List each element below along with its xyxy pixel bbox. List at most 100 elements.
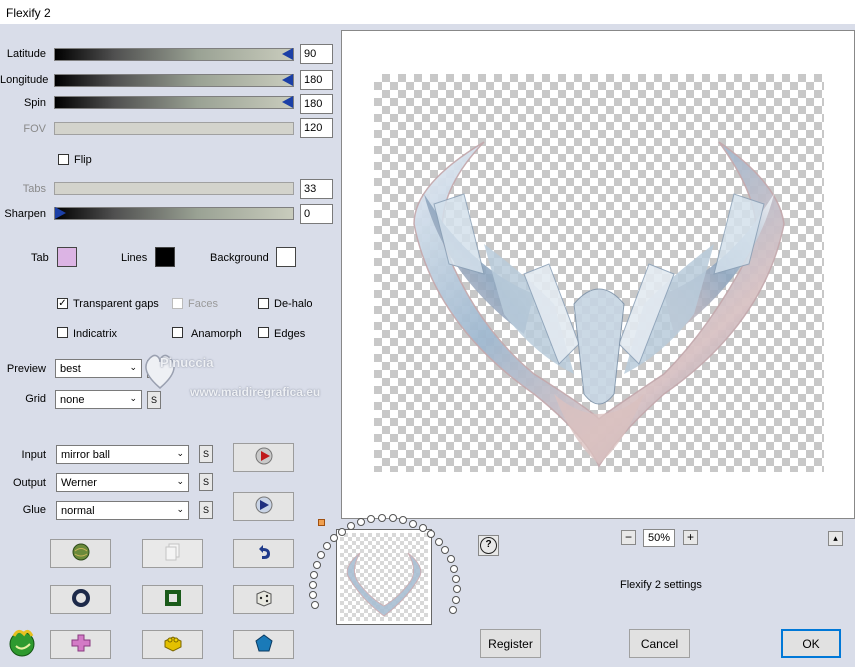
navigator-dot[interactable] (452, 595, 460, 604)
latitude-label: Latitude (6, 48, 46, 60)
output-label: Output (12, 477, 46, 489)
navigator-dot[interactable] (418, 524, 427, 533)
tabs-slider (54, 182, 294, 195)
sharpen-input[interactable]: 0 (300, 204, 333, 224)
fov-input: 120 (300, 118, 333, 138)
longitude-label: Longitude (0, 74, 49, 86)
navigator-dot[interactable] (311, 601, 320, 610)
cross-button[interactable] (50, 630, 111, 659)
lines-color-swatch[interactable] (155, 247, 175, 267)
bounce-icon (254, 495, 274, 518)
chevron-down-icon: ⌄ (176, 476, 184, 486)
glue-select[interactable]: normal ⌄ (56, 501, 189, 520)
cancel-button[interactable]: Cancel (629, 629, 690, 658)
output-select[interactable]: Werner ⌄ (56, 473, 189, 492)
input-select-value: mirror ball (61, 449, 110, 461)
chevron-down-icon: ⌄ (176, 504, 184, 514)
ring-button[interactable] (50, 585, 111, 614)
play-button[interactable] (233, 443, 294, 472)
navigator-dot[interactable] (367, 515, 376, 524)
lines-color-label: Lines (121, 252, 148, 264)
fov-slider (54, 122, 294, 135)
input-select[interactable]: mirror ball ⌄ (56, 445, 189, 464)
navigator-dot[interactable] (446, 554, 455, 563)
anamorph-checkbox[interactable] (172, 327, 183, 338)
zoom-level: 50% (643, 529, 675, 547)
gem-button[interactable] (233, 630, 294, 659)
watermark-name: Pinuccia (160, 355, 214, 370)
help-icon: ? (480, 537, 497, 554)
latitude-slider[interactable] (54, 48, 294, 61)
preview-select[interactable]: best ⌄ (55, 359, 142, 378)
brick-button[interactable] (142, 630, 203, 659)
glue-s-button[interactable]: S (199, 501, 213, 519)
globe-icon (71, 542, 91, 565)
navigator-dot[interactable] (377, 514, 386, 523)
navigator-dot[interactable] (427, 530, 436, 539)
grid-select[interactable]: none ⌄ (55, 390, 142, 409)
zoom-in-button[interactable]: + (683, 530, 698, 545)
navigator-dot[interactable] (441, 545, 450, 554)
navigator-dot[interactable] (409, 519, 418, 528)
latitude-input[interactable]: 90 (300, 44, 333, 64)
frame-button[interactable] (142, 585, 203, 614)
de-halo-checkbox[interactable] (258, 298, 269, 309)
indicatrix-checkbox[interactable] (57, 327, 68, 338)
anamorph-label: Anamorph (191, 328, 242, 340)
navigator-dot[interactable] (434, 537, 443, 546)
indicatrix-label: Indicatrix (73, 328, 118, 340)
navigator-dot[interactable] (323, 542, 332, 551)
undo-button[interactable] (233, 539, 294, 568)
spin-input[interactable]: 180 (300, 94, 333, 114)
gem-icon (254, 633, 274, 656)
sharpen-slider-thumb[interactable] (55, 207, 66, 219)
spin-slider-thumb[interactable] (282, 96, 293, 108)
navigator-dot[interactable] (309, 580, 318, 589)
grid-label: Grid (25, 393, 46, 405)
background-color-swatch[interactable] (276, 247, 296, 267)
glue-select-value: normal (61, 505, 95, 517)
navigator-dot[interactable] (449, 605, 458, 614)
longitude-input[interactable]: 180 (300, 70, 333, 90)
tab-color-swatch[interactable] (57, 247, 77, 267)
ok-button[interactable]: OK (781, 629, 841, 658)
longitude-slider[interactable] (54, 74, 294, 87)
transparent-gaps-checkbox[interactable]: ✓ (57, 298, 68, 309)
navigator-dot[interactable] (452, 585, 461, 594)
navigator-dot[interactable] (399, 516, 408, 525)
navigator-thumbnail-image (340, 548, 428, 618)
longitude-slider-thumb[interactable] (282, 74, 293, 86)
tabs-label: Tabs (22, 183, 46, 195)
collapse-button[interactable]: ▴ (828, 531, 843, 546)
spin-slider[interactable] (54, 96, 294, 109)
zoom-out-button[interactable]: − (621, 530, 636, 545)
output-s-button[interactable]: S (199, 473, 213, 491)
navigator-dot[interactable] (338, 527, 347, 536)
grid-select-value: none (60, 394, 85, 406)
play-icon (254, 446, 274, 469)
dice-icon (254, 588, 274, 611)
latitude-slider-thumb[interactable] (282, 48, 293, 60)
window-title: Flexify 2 (6, 6, 51, 20)
edges-checkbox[interactable] (258, 327, 269, 338)
sharpen-slider[interactable] (54, 207, 294, 220)
navigator-handle-icon[interactable] (318, 519, 325, 526)
help-button[interactable]: ? (478, 535, 499, 556)
flip-checkbox[interactable] (58, 154, 69, 165)
input-s-button[interactable]: S (199, 445, 213, 463)
copy-button[interactable] (142, 539, 203, 568)
navigator-dot[interactable] (313, 560, 322, 569)
navigator-dot[interactable] (357, 517, 366, 526)
navigator-dot[interactable] (452, 574, 461, 583)
flexify-logo-icon (6, 626, 40, 660)
cross-icon (70, 633, 92, 656)
dice-button[interactable] (233, 585, 294, 614)
navigator-dot[interactable] (450, 564, 459, 573)
globe-button[interactable] (50, 539, 111, 568)
navigator-dot[interactable] (388, 514, 397, 523)
navigator-dot[interactable] (309, 591, 318, 600)
navigator-dot[interactable] (317, 551, 326, 560)
bounce-button[interactable] (233, 492, 294, 521)
register-button[interactable]: Register (480, 629, 541, 658)
navigator-dot[interactable] (310, 570, 319, 579)
